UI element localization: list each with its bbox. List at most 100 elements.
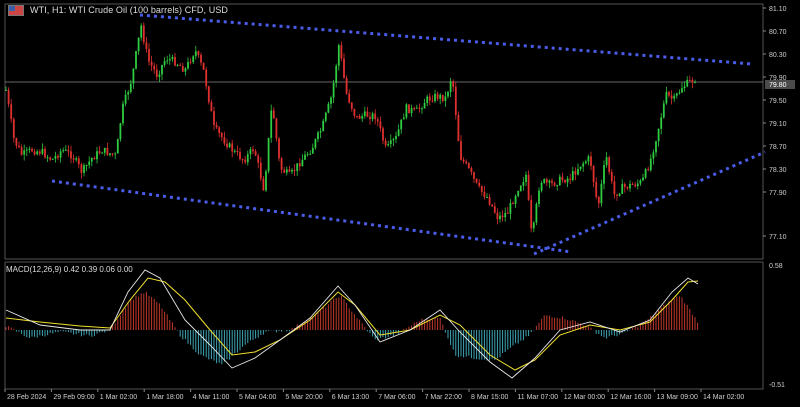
candle-body xyxy=(135,51,137,69)
candle-body xyxy=(132,68,135,84)
candle-body xyxy=(46,157,49,159)
candle-body xyxy=(166,60,169,62)
candle-body xyxy=(25,149,28,151)
candle-body xyxy=(356,115,358,117)
candle-body xyxy=(504,212,507,218)
candle-body xyxy=(197,51,200,55)
candle-body xyxy=(431,100,434,102)
candle-body xyxy=(579,166,582,170)
price-tick-label: 80.30 xyxy=(769,52,787,59)
candle-body xyxy=(267,137,270,172)
candle-body xyxy=(465,161,468,164)
candle-body xyxy=(688,79,691,81)
chart-title: WTI, H1: WTI Crude Oil (100 barrels) CFD… xyxy=(30,5,229,15)
time-tick-label: 29 Feb 09:00 xyxy=(53,394,94,401)
time-tick-label: 7 Mar 06:00 xyxy=(378,394,415,401)
candle-body xyxy=(584,161,587,164)
candle-body xyxy=(597,196,600,204)
price-tick-label: 78.30 xyxy=(769,167,787,174)
candle-body xyxy=(369,116,371,120)
price-pane[interactable] xyxy=(4,3,764,260)
candle-body xyxy=(244,159,247,163)
chart-canvas[interactable]: 81.1080.7080.3079.9079.5079.1078.7078.30… xyxy=(0,0,800,407)
candle-body xyxy=(561,176,564,181)
candle-body xyxy=(668,92,670,96)
candle-body xyxy=(163,61,166,66)
candle-body xyxy=(322,120,325,132)
candle-body xyxy=(28,148,31,150)
candle-body xyxy=(311,147,314,154)
candle-body xyxy=(5,89,7,91)
candle-body xyxy=(49,157,52,160)
candle-body xyxy=(10,104,13,120)
candle-body xyxy=(200,54,202,63)
candle-body xyxy=(400,119,403,130)
candle-body xyxy=(571,171,574,180)
candle-body xyxy=(330,97,332,104)
candle-body xyxy=(236,150,239,152)
candle-body xyxy=(223,137,226,144)
candle-body xyxy=(491,204,494,207)
candle-body xyxy=(161,65,163,75)
candle-body xyxy=(7,89,10,105)
candle-body xyxy=(33,151,36,155)
time-tick-label: 11 Mar 07:00 xyxy=(517,394,558,401)
candle-body xyxy=(525,174,527,182)
time-tick-label: 6 Mar 13:00 xyxy=(332,394,369,401)
candle-body xyxy=(517,191,520,197)
candle-body xyxy=(70,151,72,159)
candle-body xyxy=(553,182,556,186)
candle-body xyxy=(410,108,413,114)
candle-body xyxy=(213,111,215,126)
candle-body xyxy=(80,164,83,173)
candle-body xyxy=(233,150,236,152)
time-tick-label: 28 Feb 2024 xyxy=(7,394,46,401)
candle-body xyxy=(67,149,70,152)
candle-body xyxy=(543,179,546,183)
candle-body xyxy=(444,96,447,101)
candle-body xyxy=(379,121,382,129)
candle-body xyxy=(122,103,124,124)
candle-body xyxy=(114,153,117,155)
candle-body xyxy=(527,174,530,200)
candle-body xyxy=(629,183,631,189)
candle-body xyxy=(306,154,309,156)
candle-body xyxy=(62,150,65,152)
candle-body xyxy=(262,178,265,191)
candle-body xyxy=(514,196,517,204)
candle-body xyxy=(361,116,364,119)
candle-body xyxy=(642,177,644,181)
current-price-label: 79.80 xyxy=(769,82,787,89)
macd-pane[interactable] xyxy=(4,261,764,390)
candle-body xyxy=(215,125,218,128)
price-tick-label: 81.10 xyxy=(769,6,787,13)
candle-body xyxy=(616,194,618,196)
candle-body xyxy=(486,197,488,199)
candle-body xyxy=(657,128,660,142)
candle-body xyxy=(610,171,613,182)
candle-body xyxy=(127,92,130,95)
candle-body xyxy=(636,183,639,187)
candlestick-series xyxy=(5,22,696,233)
candle-body xyxy=(109,153,111,155)
candle-body xyxy=(187,61,189,69)
candle-body xyxy=(558,176,561,186)
candle-body xyxy=(85,165,88,167)
macd-indicator-label: MACD(12,26,9) 0.42 0.39 0.06 0.00 xyxy=(6,265,133,274)
time-tick-label: 1 Mar 02:00 xyxy=(100,394,137,401)
price-axis[interactable]: 81.1080.7080.3079.9079.5079.1078.7078.30… xyxy=(763,6,795,389)
candle-body xyxy=(509,203,512,214)
candle-body xyxy=(382,128,384,141)
candle-body xyxy=(142,25,145,43)
time-tick-label: 13 Mar 09:00 xyxy=(657,394,698,401)
candle-body xyxy=(389,140,392,145)
candle-body xyxy=(288,169,291,172)
candle-body xyxy=(72,158,75,160)
candle-body xyxy=(301,159,304,167)
candle-body xyxy=(106,147,109,155)
candle-body xyxy=(358,115,361,119)
candle-body xyxy=(639,180,642,184)
candle-body xyxy=(647,169,650,171)
time-axis[interactable]: 28 Feb 2024 29 Feb 09:00 1 Mar 02:00 1 Mar … xyxy=(4,389,744,401)
candle-body xyxy=(566,178,569,183)
